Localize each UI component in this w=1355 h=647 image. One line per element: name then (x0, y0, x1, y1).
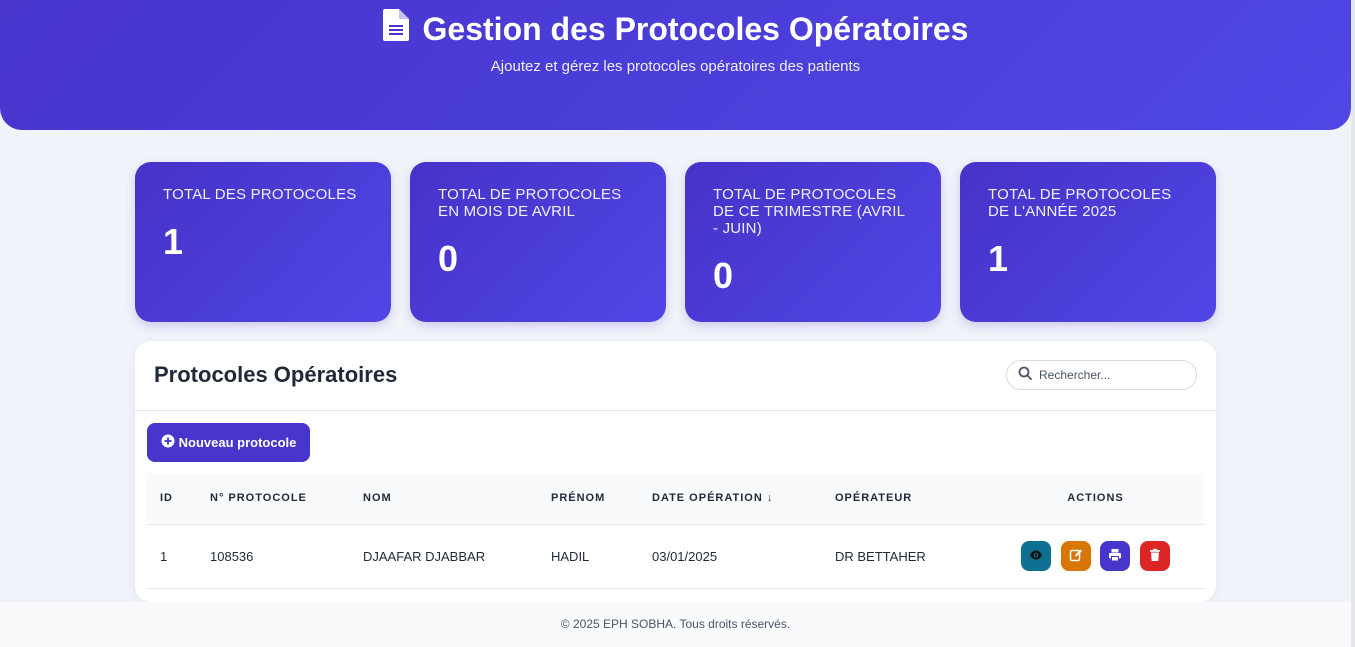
cell-protocol-number: 108536 (210, 548, 254, 564)
page-subtitle: Ajoutez et gérez les protocoles opératoi… (490, 58, 861, 75)
cell-operateur: DR BETTAHER (835, 548, 926, 564)
protocols-table: ID N° PROTOCOLE NOM PRÉNOM DATE OPÉRATIO… (147, 473, 1204, 589)
column-protocol-number[interactable]: N° PROTOCOLE (197, 473, 350, 524)
panel-header: Protocoles Opératoires (135, 341, 1216, 411)
plus-circle-icon (161, 434, 175, 451)
delete-button[interactable] (1139, 541, 1170, 571)
edit-button[interactable] (1060, 541, 1091, 571)
new-protocol-label: Nouveau protocole (178, 435, 297, 450)
stat-card-year: TOTAL DE PROTOCOLES DE L'ANNÉE 2025 1 (960, 162, 1216, 322)
trash-icon (1148, 548, 1162, 565)
stat-label: TOTAL DE PROTOCOLES EN MOIS DE AVRIL (438, 186, 622, 220)
column-date-operation[interactable]: DATE OPÉRATION ↓ (639, 473, 822, 524)
stat-card-quarter: TOTAL DE PROTOCOLES DE CE TRIMESTRE (AVR… (685, 162, 941, 322)
stat-value: 0 (713, 255, 734, 296)
footer: © 2025 EPH SOBHA. Tous droits réservés. (0, 602, 1351, 647)
column-actions: ACTIONS (1067, 492, 1124, 505)
table-header-row: ID N° PROTOCOLE NOM PRÉNOM DATE OPÉRATIO… (147, 473, 1204, 524)
column-operateur[interactable]: OPÉRATEUR (822, 473, 987, 524)
stats-row: TOTAL DES PROTOCOLES 1 TOTAL DE PROTOCOL… (135, 162, 1216, 322)
cell-nom: DJAAFAR DJABBAR (363, 548, 486, 564)
edit-icon (1069, 548, 1083, 565)
eye-icon (1029, 548, 1043, 565)
cell-date-operation: 03/01/2025 (652, 548, 718, 564)
stat-value: 0 (438, 238, 459, 279)
view-button[interactable] (1021, 541, 1052, 571)
stat-value: 1 (988, 238, 1009, 279)
stat-card-month: TOTAL DE PROTOCOLES EN MOIS DE AVRIL 0 (410, 162, 666, 322)
table-row: 1 108536 DJAAFAR DJABBAR HADIL 03/01/202… (147, 524, 1204, 588)
print-button[interactable] (1100, 541, 1131, 571)
cell-id: 1 (160, 548, 168, 564)
cell-actions (987, 524, 1204, 588)
protocols-panel: Protocoles Opératoires Nouveau protocole… (135, 341, 1216, 602)
page-title: Gestion des Protocoles Opératoires (0, 9, 1351, 49)
column-prenom[interactable]: PRÉNOM (538, 473, 639, 524)
file-text-icon (382, 9, 409, 49)
column-id[interactable]: ID (147, 473, 197, 524)
scrollbar[interactable] (1351, 0, 1355, 647)
header-title-text: Gestion des Protocoles Opératoires (422, 10, 969, 47)
stat-card-total: TOTAL DES PROTOCOLES 1 (135, 162, 391, 322)
page-header: Gestion des Protocoles Opératoires Ajout… (0, 0, 1351, 130)
cell-prenom: HADIL (551, 548, 590, 564)
panel-title: Protocoles Opératoires (154, 362, 398, 387)
search-box[interactable] (1006, 360, 1197, 390)
stat-label: TOTAL DE PROTOCOLES DE L'ANNÉE 2025 (988, 186, 1172, 220)
search-input[interactable] (1039, 368, 1189, 382)
printer-icon (1108, 548, 1122, 565)
new-protocol-button[interactable]: Nouveau protocole (147, 423, 310, 462)
stat-label: TOTAL DE PROTOCOLES DE CE TRIMESTRE (AVR… (713, 186, 905, 237)
stat-value: 1 (163, 221, 184, 262)
stat-label: TOTAL DES PROTOCOLES (163, 186, 357, 203)
search-icon (1018, 366, 1032, 385)
column-nom[interactable]: NOM (350, 473, 538, 524)
